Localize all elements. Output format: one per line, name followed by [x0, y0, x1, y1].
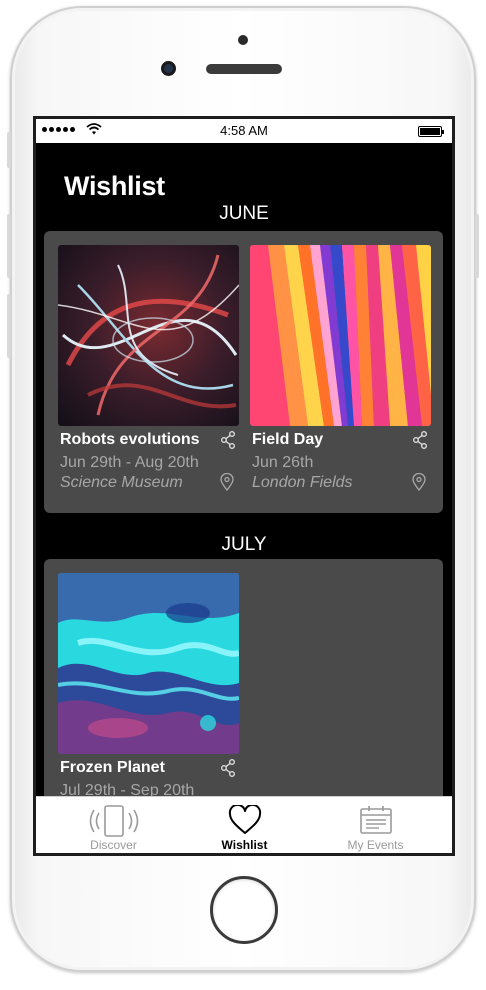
event-image-frozen-planet[interactable]: [58, 573, 239, 754]
screen: 4:58 AM Wishlist JUNE Robots evolutions …: [33, 116, 455, 856]
power-button: [475, 214, 479, 278]
tab-discover[interactable]: Discover: [44, 797, 183, 853]
event-card-field-day[interactable]: Field Day Jun 26th London Fields: [250, 245, 431, 495]
mute-switch: [7, 132, 11, 168]
location-pin-icon[interactable]: [411, 473, 427, 491]
calendar-icon: [359, 806, 392, 834]
page-title: Wishlist: [64, 171, 165, 201]
battery-icon: [418, 126, 444, 137]
status-time: 4:58 AM: [220, 123, 268, 138]
event-card-robots-evolutions[interactable]: Robots evolutions Jun 29th - Aug 20th Sc…: [58, 245, 239, 495]
home-button[interactable]: [210, 876, 278, 944]
volume-up-button: [7, 214, 11, 278]
tab-label: Wishlist: [221, 838, 268, 852]
tab-label: Discover: [90, 838, 137, 852]
section-title-july: JULY: [221, 534, 267, 555]
tab-bar: Discover Wishlist My Events: [36, 796, 452, 853]
section-title-june: JUNE: [219, 203, 269, 224]
event-card-frozen-planet[interactable]: Frozen Planet Jul 29th - Sep 20th: [58, 573, 239, 823]
volume-down-button: [7, 294, 11, 358]
event-title[interactable]: Robots evolutions: [60, 431, 200, 449]
tab-wishlist[interactable]: Wishlist: [175, 797, 314, 853]
status-bar: 4:58 AM: [36, 119, 452, 143]
proximity-sensor: [238, 35, 248, 45]
event-image-robots-evolutions[interactable]: [58, 245, 239, 426]
phone-vibrate-icon: [89, 805, 138, 837]
share-icon[interactable]: [219, 431, 237, 449]
event-dates: Jun 29th - Aug 20th: [60, 454, 199, 471]
event-title[interactable]: Frozen Planet: [60, 759, 165, 777]
location-pin-icon[interactable]: [219, 473, 235, 491]
event-venue: London Fields: [252, 474, 353, 491]
event-venue: Science Museum: [60, 474, 183, 491]
earpiece-speaker: [206, 64, 282, 74]
front-camera: [161, 61, 176, 76]
heart-icon: [228, 805, 261, 834]
tab-label: My Events: [347, 838, 404, 852]
section-panel-june: Robots evolutions Jun 29th - Aug 20th Sc…: [44, 231, 443, 513]
tab-my-events[interactable]: My Events: [306, 797, 445, 853]
event-image-field-day[interactable]: [250, 245, 431, 426]
share-icon[interactable]: [411, 431, 429, 449]
event-dates: Jun 26th: [252, 454, 314, 471]
share-icon[interactable]: [219, 759, 237, 777]
event-title[interactable]: Field Day: [252, 431, 323, 449]
